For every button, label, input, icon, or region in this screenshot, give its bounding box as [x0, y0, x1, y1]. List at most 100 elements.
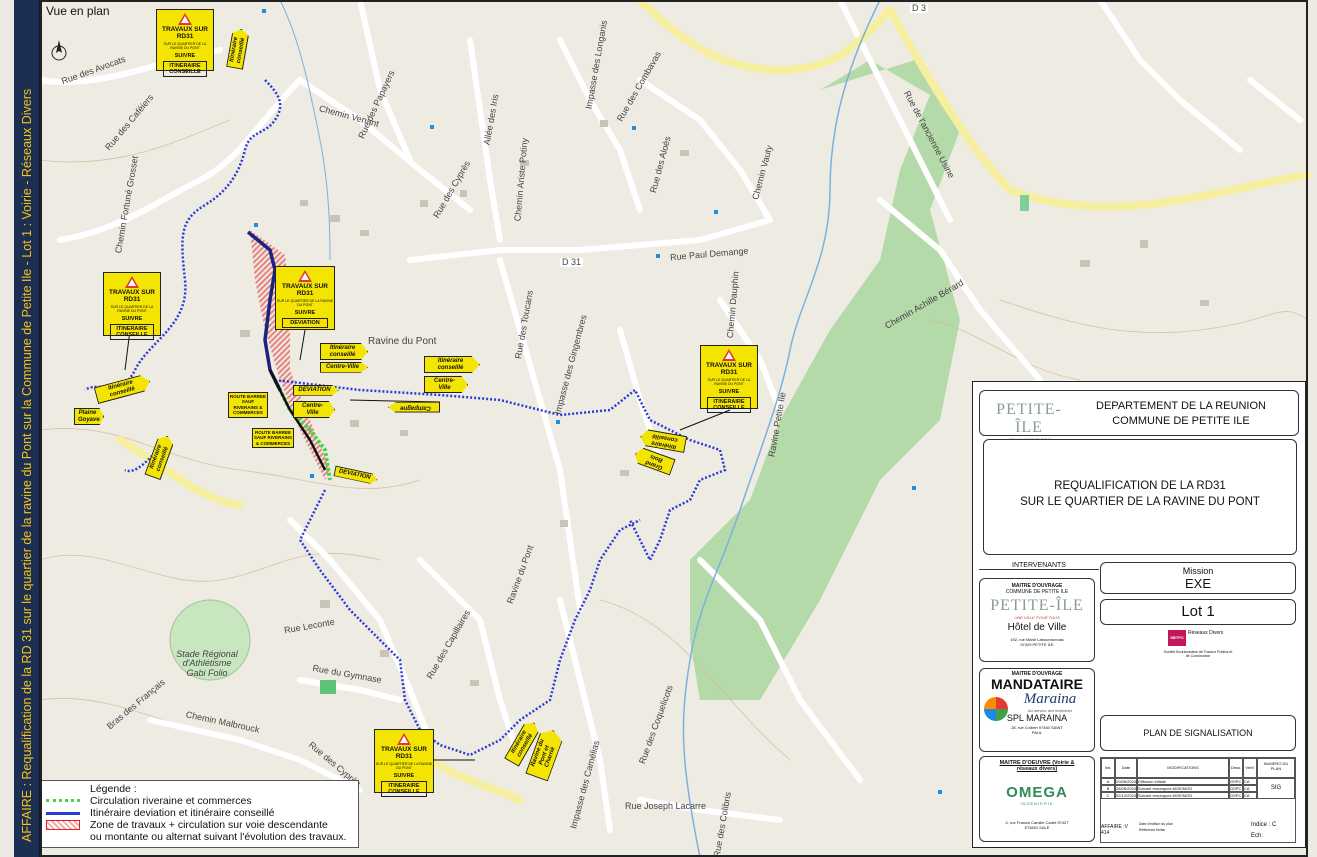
table-cell: Suivant remarques MOE/MOD	[1137, 785, 1229, 792]
sign-plaine-goyave[interactable]: Plaine Goyave	[74, 408, 104, 426]
legend-title: Légende :	[90, 783, 137, 795]
sign-box: ITINERAIRE CONSEILLE	[163, 61, 207, 77]
plan-title-box: PLAN DE SIGNALISATION	[1100, 715, 1296, 751]
plan-sheet: AFFAIRE : Requalification de la RD 31 su…	[0, 0, 1317, 857]
sign-box: ITINERAIRE CONSEILLE	[381, 781, 427, 797]
warning-triangle-icon	[125, 276, 139, 288]
sign-travaux-1[interactable]: TRAVAUX SUR RD31 SUR LE QUARTIER DE LA R…	[156, 9, 214, 77]
legend-spacer	[46, 835, 80, 839]
sign-subtitle: SUR LE QUARTIER DE LA RAVINE DU PONT	[110, 305, 154, 313]
th-verif: Vérif.	[1243, 758, 1257, 778]
sign-title: TRAVAUX SUR RD31	[162, 26, 208, 40]
sign-subtitle: SUR LE QUARTIER DE LA RAVINE DU PONT	[163, 42, 207, 50]
sign-route-barree-1[interactable]: ROUTE BARREE SAUF RIVERAINS & COMMERCES	[228, 392, 268, 418]
table-cell: 20/06/2024	[1115, 778, 1137, 785]
revision-table: Ind. Date MODIFICATIONS Dess. Vérif. A 2…	[1100, 757, 1296, 843]
th-dess: Dess.	[1229, 758, 1243, 778]
sign-campagne[interactable]: Campagne	[388, 402, 440, 413]
table-cell: Suivant remarques MOE/MOD	[1137, 792, 1229, 799]
sign-itineraire-2[interactable]: Itinéraire conseillé	[320, 343, 368, 361]
omega-address: 4, rue Francis Camille Cadet 97427 ETANG…	[1005, 820, 1069, 830]
legend-swatch-blue	[46, 811, 80, 815]
sign-action: SUIVRE	[393, 773, 415, 779]
sign-subtitle: SUR LE QUARTIER DE LA RAVINE DU PONT	[375, 762, 433, 770]
sign-centre-ville-2[interactable]: Centre-Ville	[424, 376, 468, 394]
sign-route-barree-2[interactable]: ROUTE BARREE SAUF RIVERAINS & COMMERCES	[252, 428, 294, 449]
affaire-number: AFFAIRE :V 414	[1101, 824, 1128, 836]
mission-box: Mission EXE	[1100, 562, 1296, 594]
legend-item: Zone de travaux + circulation sur voie d…	[46, 819, 354, 831]
mandataire-label: MANDATAIRE	[990, 676, 1084, 692]
legend-label: Zone de travaux + circulation sur voie d…	[90, 819, 328, 831]
omega-logo: OMEGA	[1006, 784, 1068, 801]
ravine-du-pont-label: Ravine du Pont	[368, 336, 437, 347]
th-ind: Ind.	[1101, 758, 1115, 778]
warning-triangle-icon	[298, 270, 312, 282]
legend-label: Circulation riveraine et commerces	[90, 795, 252, 807]
indice: Indice : C	[1251, 822, 1276, 828]
mission-label: Mission	[1182, 566, 1214, 576]
sign-box: ITINERAIRE CONSEILLE	[110, 324, 154, 340]
sign-travaux-5[interactable]: TRAVAUX SUR RD31 SUR LE QUARTIER DE LA R…	[374, 729, 434, 797]
indice-label: Indice :	[1251, 822, 1271, 828]
road-label: Rue Joseph Lacarre	[625, 801, 707, 811]
mission-value: EXE	[1184, 576, 1211, 591]
sign-centre-ville-3[interactable]: Centre-Ville	[293, 401, 335, 419]
sign-action: SUIVRE	[294, 310, 316, 316]
logo-text: PETITE-ÎLE	[996, 401, 1062, 436]
moa-sub: COMMUNE DE PETITE ILE	[1005, 589, 1069, 595]
sbtpc-logo: SBTPC	[1168, 630, 1186, 646]
sign-box: ITINERAIRE CONSEILLE	[707, 397, 751, 413]
sign-action: SUIVRE	[718, 389, 740, 395]
road-label: D 3	[910, 3, 929, 14]
table-cell: CA	[1243, 778, 1257, 785]
road-label: D 31	[560, 257, 584, 268]
numero-label: NUMERO DU PLAN	[1257, 758, 1295, 778]
table-cell: GSPC	[1229, 778, 1243, 785]
sign-title: TRAVAUX SUR RD31	[381, 746, 427, 760]
commune-name: COMMUNE DE PETITE ILE	[1112, 415, 1250, 427]
omega-sub: INGENIERIE	[1020, 801, 1054, 806]
header-box: PETITE-ÎLE UNE VILLE POUR TOUS DEPARTEME…	[979, 390, 1299, 442]
project-band: AFFAIRE : Requalification de la RD 31 su…	[14, 0, 40, 857]
north-arrow-icon	[51, 40, 67, 61]
table-cell: GSPC	[1229, 792, 1243, 799]
warning-triangle-icon	[397, 733, 411, 745]
sbtpc-name: Société Bourbonnaise de Travaux Publics …	[1163, 650, 1233, 658]
legend-item: ou montante ou alternat suivant l'évolut…	[46, 831, 354, 843]
table-cell: A	[1101, 778, 1115, 785]
table-cell: 28/06/2024	[1115, 785, 1137, 792]
sign-travaux-4[interactable]: TRAVAUX SUR RD31 SUR LE QUARTIER DE LA R…	[700, 345, 758, 413]
echelle-label: Ech:	[1251, 833, 1264, 839]
indice-value: C	[1272, 822, 1277, 828]
legend-item: Itinéraire deviation et itinéraire conse…	[46, 807, 354, 819]
legend-item: Circulation riveraine et commerces	[46, 795, 354, 807]
maraina-logo-icon	[984, 697, 1008, 721]
table-cell: C	[1101, 792, 1115, 799]
maraina-name: Maraina	[1023, 691, 1077, 707]
spl-address: 28, rue Colbert 97460 SAINT PAUL	[1011, 725, 1063, 735]
moa-logo: PETITE-ÎLE	[990, 597, 1084, 614]
warning-triangle-icon	[178, 13, 192, 25]
table-cell: Diffusion initiale	[1137, 778, 1229, 785]
sign-centre-ville-1[interactable]: Centre-Ville	[320, 362, 368, 373]
table-cell: GSPC	[1229, 785, 1243, 792]
sign-title: TRAVAUX SUR RD31	[282, 283, 328, 297]
sign-subtitle: SUR LE QUARTIER DE LA RAVINE DU PONT	[276, 299, 334, 307]
moa-address: 192, rue Mahé Labourdonnais 97429 PETITE…	[1010, 637, 1064, 647]
sign-action: SUIVRE	[121, 316, 143, 322]
view-title: Vue en plan	[46, 4, 110, 18]
warning-triangle-icon	[722, 349, 736, 361]
project-title-2: SUR LE QUARTIER DE LA RAVINE DU PONT	[1020, 496, 1260, 508]
sign-deviation-1[interactable]: DEVIATION	[293, 385, 339, 396]
sign-travaux-2[interactable]: TRAVAUX SUR RD31 SUR LE QUARTIER DE LA R…	[103, 272, 161, 340]
stade-label: Stade Régional d'Athlétisme Gabi Folio	[176, 649, 238, 678]
sign-travaux-3[interactable]: TRAVAUX SUR RD31 SUR LE QUARTIER DE LA R…	[275, 266, 335, 330]
mandataire-box: MAITRE D'OUVRAGE MANDATAIRE Maraina Au s…	[979, 668, 1095, 752]
sign-itineraire-3[interactable]: Itinéraire conseillé	[424, 356, 480, 374]
project-box: REQUALIFICATION DE LA RD31 SUR LE QUARTI…	[983, 439, 1297, 555]
sign-title: TRAVAUX SUR RD31	[109, 289, 155, 303]
sbtpc-tag: Réseaux Divers	[1188, 630, 1224, 636]
date-edition: Date d'édition du plan	[1139, 822, 1173, 826]
project-caption: AFFAIRE : Requalification de la RD 31 su…	[20, 88, 34, 842]
